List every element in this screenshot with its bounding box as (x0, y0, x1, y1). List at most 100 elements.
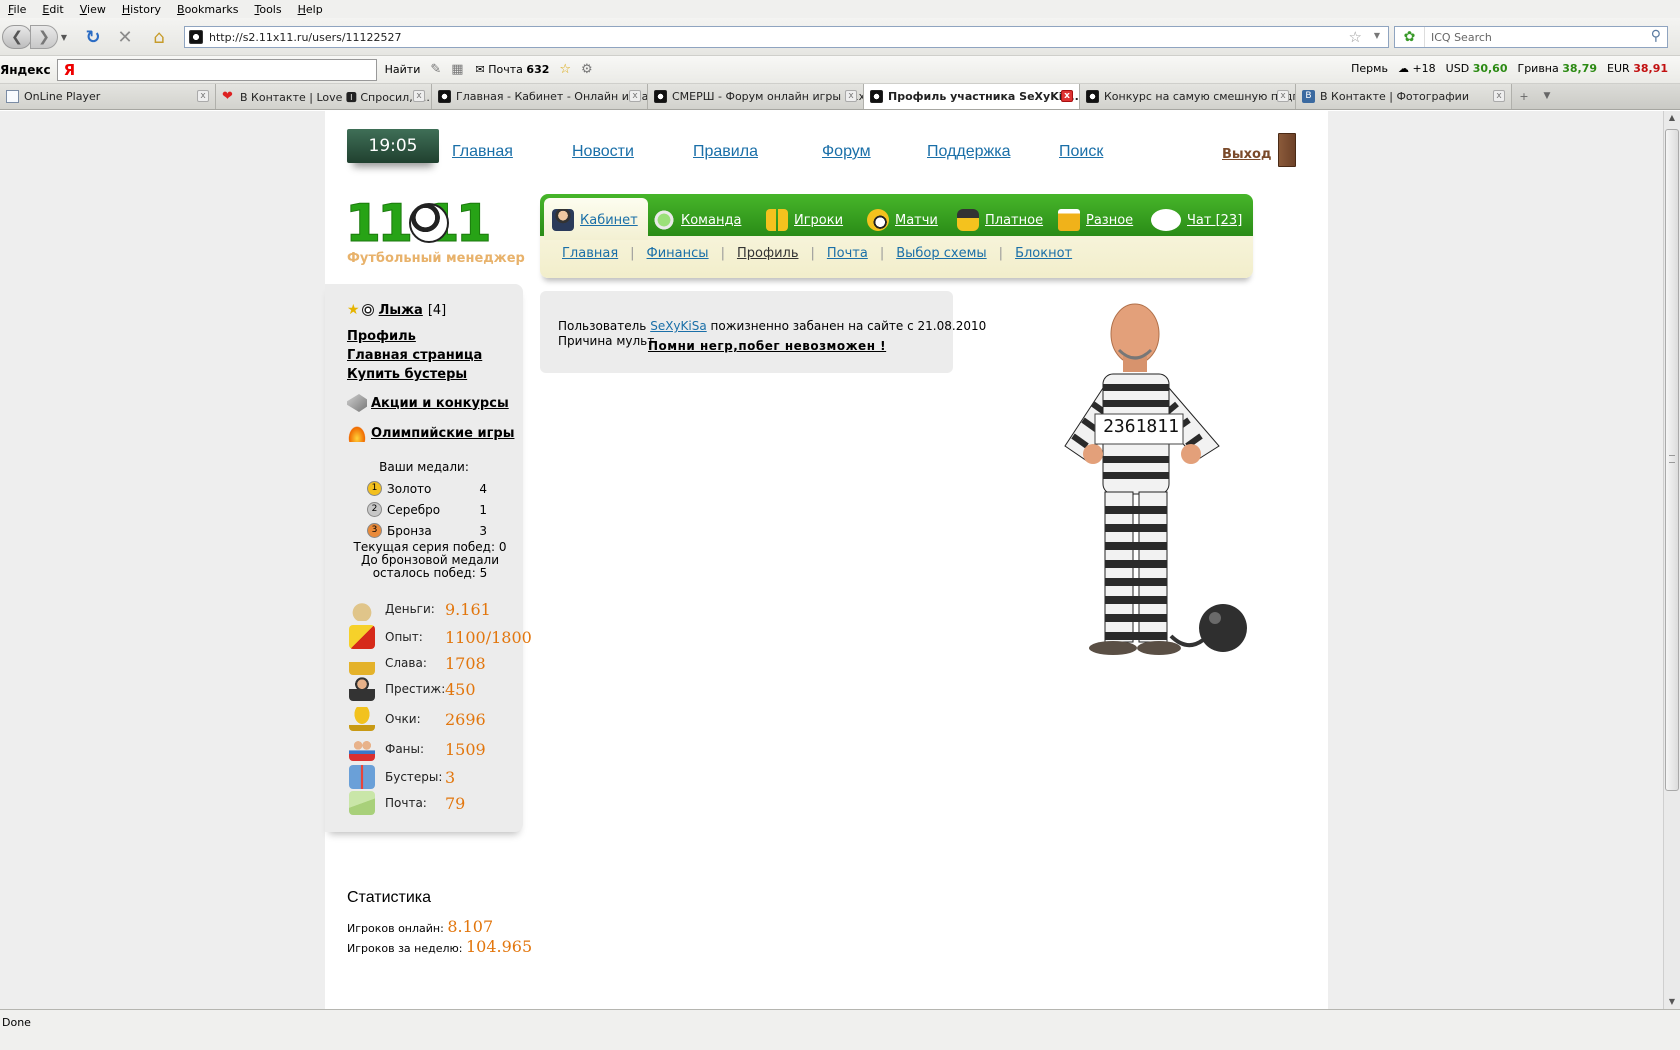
menu-edit[interactable]: Edit (34, 3, 71, 16)
tab-smersh-forum[interactable]: СМЕРШ - Форум онлайн игры 11x11 x (648, 84, 864, 109)
menu-help[interactable]: Help (290, 3, 331, 16)
divider: | (810, 246, 815, 261)
weather-city[interactable]: Пермь (1351, 62, 1388, 75)
nav-search[interactable]: Поиск (1059, 143, 1103, 161)
user-level: [4] (427, 302, 447, 318)
stop-button[interactable]: ✕ (112, 25, 138, 49)
trophy-ball-icon (867, 209, 889, 231)
status-bar: Done (0, 1009, 1680, 1050)
back-button[interactable]: ❮ (2, 25, 32, 49)
menu-paid[interactable]: Платное (957, 209, 1043, 231)
scroll-thumb[interactable] (1665, 129, 1679, 791)
scroll-down-arrow-icon[interactable]: ▼ (1664, 995, 1680, 1009)
gift-icon (349, 765, 375, 789)
search-icon[interactable]: ⚲ (1651, 28, 1661, 44)
tab-vkontakte-photos[interactable]: B В Контакте | Фотографии x (1296, 84, 1512, 109)
left-sidebar: ★ Лыжа [4] Профиль Главная страница Купи… (325, 284, 532, 832)
submenu-notepad[interactable]: Блокнот (1015, 246, 1072, 261)
menu-file[interactable]: File (0, 3, 34, 16)
search-box[interactable]: ✿ ICQ Search ⚲ (1394, 26, 1668, 48)
tab-label: OnLine Player (24, 90, 101, 103)
sidebar-link-promotions[interactable]: Акции и конкурсы (347, 394, 509, 412)
sidebar-link-homepage[interactable]: Главная страница (347, 348, 482, 363)
bookmark-star-icon[interactable]: ☆ (1349, 28, 1362, 46)
megaphone-icon (347, 394, 367, 412)
money-bag-icon (349, 597, 375, 621)
stat-money: Деньги: 9.161 (349, 597, 529, 621)
settings-gear-icon[interactable]: ⚙ (581, 62, 593, 77)
menu-history[interactable]: History (114, 3, 169, 16)
nav-forum[interactable]: Форум (822, 143, 871, 161)
new-tab-button[interactable]: + (1512, 84, 1536, 109)
close-icon[interactable]: x (1061, 90, 1073, 102)
vertical-scrollbar[interactable]: ▲ ▼ (1663, 111, 1680, 1009)
site-logo[interactable]: 11 11 Футбольный менеджер (345, 195, 525, 267)
banned-user-link[interactable]: SeXyKiSa (650, 319, 707, 333)
submenu-formation[interactable]: Выбор схемы (896, 246, 986, 261)
nav-support[interactable]: Поддержка (927, 143, 1010, 161)
history-dropdown[interactable]: ▼ (58, 25, 70, 49)
yandex-mail[interactable]: ✉ Почта 632 (476, 63, 550, 76)
medal-row-silver: 2 Серебро 1 (367, 502, 487, 517)
sidebar-link-olympics[interactable]: Олимпийские игры (347, 424, 514, 442)
yandex-search-input[interactable]: Я (56, 58, 377, 81)
tab-profile-active[interactable]: Профиль участника SeXyKiS... x (864, 84, 1080, 109)
menu-view[interactable]: View (72, 3, 114, 16)
tab-glavnaya-kabinet[interactable]: Главная - Кабинет - Онлайн игра... x (432, 84, 648, 109)
usd-rate[interactable]: USD 30,60 (1446, 62, 1508, 75)
yandex-brand[interactable]: Яндекс (0, 63, 51, 77)
menu-matches[interactable]: Матчи (867, 209, 938, 231)
weather-temp[interactable]: ☁ +18 (1398, 62, 1436, 75)
icq-flower-icon[interactable]: ✿ (1395, 27, 1425, 47)
sidebar-link-profile[interactable]: Профиль (347, 329, 416, 344)
submenu-home[interactable]: Главная (562, 246, 618, 261)
url-text[interactable]: http://s2.11x11.ru/users/11122527 (209, 31, 402, 44)
eur-rate[interactable]: EUR 38,91 (1607, 62, 1668, 75)
tab-online-player[interactable]: OnLine Player x (0, 84, 216, 109)
promo-label: Акции и конкурсы (371, 395, 509, 411)
yandex-find-button[interactable]: Найти (385, 63, 421, 76)
close-icon[interactable]: x (197, 90, 209, 102)
close-icon[interactable]: x (845, 90, 857, 102)
nav-home[interactable]: Главная (452, 143, 513, 161)
tab-contest[interactable]: Конкурс на самую смешную подп... x (1080, 84, 1296, 109)
home-button[interactable]: ⌂ (146, 25, 172, 49)
menu-bookmarks[interactable]: Bookmarks (169, 3, 246, 16)
door-icon[interactable] (1278, 133, 1296, 167)
scroll-up-arrow-icon[interactable]: ▲ (1664, 111, 1680, 125)
translate-icon[interactable]: ▦ (451, 62, 463, 77)
mail-label: Почта (488, 63, 523, 76)
tab-vkontakte-love[interactable]: ❤ В Контакте | Love 🅸 Спросил, У... x (216, 84, 432, 109)
medal-count: 1 (479, 502, 487, 517)
highlighter-icon[interactable]: ✎ (430, 62, 441, 77)
search-input[interactable]: ICQ Search (1431, 31, 1492, 44)
logout-link[interactable]: Выход (1222, 147, 1271, 162)
menu-team[interactable]: Команда (653, 209, 741, 231)
forward-button[interactable]: ❯ (30, 25, 58, 49)
uah-rate[interactable]: Гривна 38,79 (1517, 62, 1597, 75)
favorites-star-icon[interactable]: ☆ (559, 62, 571, 77)
nav-rules[interactable]: Правила (693, 143, 758, 161)
url-dropdown-icon[interactable]: ▼ (1374, 31, 1380, 40)
manager-icon (349, 677, 375, 701)
submenu-mail[interactable]: Почта (827, 246, 868, 261)
medal-name: Золото (387, 481, 432, 496)
fans-icon (349, 737, 375, 761)
tab-list-button[interactable]: ▼ (1536, 84, 1558, 109)
address-bar[interactable]: http://s2.11x11.ru/users/11122527 ☆ ▼ (184, 26, 1389, 48)
menu-chat[interactable]: Чат [23] (1151, 209, 1242, 231)
menu-tools[interactable]: Tools (246, 3, 289, 16)
menu-players[interactable]: Игроки (766, 209, 843, 231)
nav-news[interactable]: Новости (572, 143, 634, 161)
close-icon[interactable]: x (413, 90, 425, 102)
close-icon[interactable]: x (629, 90, 641, 102)
close-icon[interactable]: x (1493, 90, 1505, 102)
sidebar-link-buy-boosters[interactable]: Купить бустеры (347, 367, 467, 382)
reload-button[interactable]: ↻ (80, 25, 106, 49)
submenu-finance[interactable]: Финансы (647, 246, 709, 261)
menu-misc[interactable]: Разное (1058, 209, 1133, 231)
close-icon[interactable]: x (1277, 90, 1289, 102)
user-name-link[interactable]: Лыжа (379, 303, 423, 318)
menu-cabinet[interactable]: Кабинет (552, 209, 638, 231)
submenu-profile[interactable]: Профиль (737, 246, 799, 261)
